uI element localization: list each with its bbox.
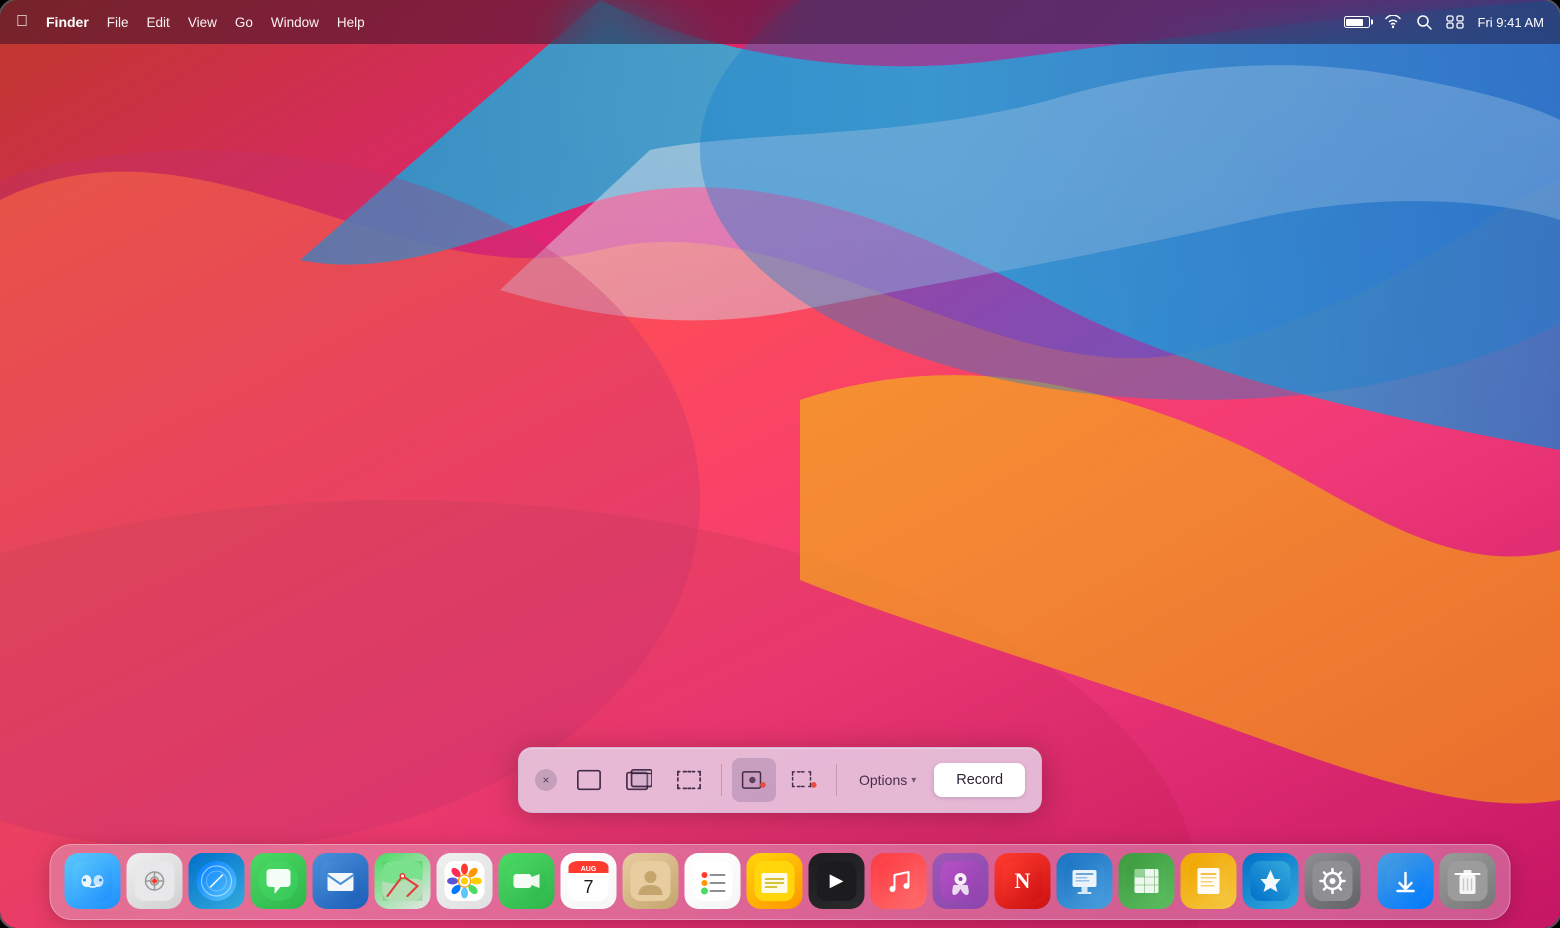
- dock-app-finder[interactable]: [65, 853, 121, 909]
- record-selection-button[interactable]: [782, 758, 826, 802]
- dock-app-photos[interactable]: [437, 853, 493, 909]
- screenshot-toolbar: ×: [518, 747, 1042, 813]
- menubar-left:  Finder File Edit View Go Window Help: [16, 13, 365, 31]
- menubar-right: Fri 9:41 AM: [1344, 14, 1544, 30]
- dock-app-trash[interactable]: [1440, 853, 1496, 909]
- record-fullscreen-button[interactable]: [732, 758, 776, 802]
- close-button[interactable]: ×: [535, 769, 557, 791]
- dock-app-contacts[interactable]: [623, 853, 679, 909]
- menubar-clock: Fri 9:41 AM: [1478, 15, 1544, 30]
- dock-app-archiver[interactable]: [1378, 853, 1434, 909]
- dock-app-facetime[interactable]: [499, 853, 555, 909]
- finder-icon: [73, 861, 113, 901]
- svg-text:7: 7: [583, 877, 593, 897]
- edit-menu[interactable]: Edit: [147, 15, 170, 30]
- dock-app-calendar[interactable]: AUG 7: [561, 853, 617, 909]
- dock-app-mail[interactable]: [313, 853, 369, 909]
- spotlight-button[interactable]: [1416, 14, 1432, 30]
- apple-menu[interactable]: : [16, 13, 28, 31]
- view-menu[interactable]: View: [188, 15, 217, 30]
- dock-app-keynote[interactable]: [1057, 853, 1113, 909]
- dock-app-music[interactable]: [871, 853, 927, 909]
- dock-separator: [1369, 857, 1370, 905]
- pages-icon: [1189, 861, 1229, 901]
- safari-icon: [197, 861, 237, 901]
- file-menu[interactable]: File: [107, 15, 129, 30]
- toolbar-separator-1: [721, 764, 722, 796]
- svg-text:▶: ▶: [830, 870, 844, 890]
- dock-app-systemprefs[interactable]: [1305, 853, 1361, 909]
- maps-icon: [383, 861, 423, 901]
- podcasts-icon: [941, 861, 981, 901]
- menubar:  Finder File Edit View Go Window Help: [0, 0, 1560, 44]
- systemprefs-icon: [1313, 861, 1353, 901]
- toolbar-separator-2: [836, 764, 837, 796]
- capture-selection-icon: [676, 767, 702, 793]
- facetime-icon: [507, 861, 547, 901]
- close-icon: ×: [542, 773, 549, 787]
- keynote-icon: [1065, 861, 1105, 901]
- go-menu[interactable]: Go: [235, 15, 253, 30]
- record-selection-icon: [791, 767, 817, 793]
- options-button[interactable]: Options ▾: [847, 764, 928, 796]
- capture-selection-button[interactable]: [667, 758, 711, 802]
- launchpad-icon: [135, 861, 175, 901]
- contacts-icon: [631, 861, 671, 901]
- appstore-icon: [1251, 861, 1291, 901]
- help-menu[interactable]: Help: [337, 15, 365, 30]
- dock-app-reminders[interactable]: [685, 853, 741, 909]
- record-label: Record: [956, 772, 1003, 788]
- dock: AUG 7: [50, 844, 1511, 920]
- mail-icon: [321, 861, 361, 901]
- music-icon: [879, 861, 919, 901]
- messages-icon: [259, 861, 299, 901]
- battery-fill: [1346, 19, 1363, 26]
- dock-app-pages[interactable]: [1181, 853, 1237, 909]
- dock-app-appstore[interactable]: [1243, 853, 1299, 909]
- record-fullscreen-icon: [741, 767, 767, 793]
- dock-app-launchpad[interactable]: [127, 853, 183, 909]
- calendar-icon: AUG 7: [569, 861, 609, 901]
- svg-text:AUG: AUG: [581, 866, 597, 873]
- wifi-icon: [1384, 15, 1402, 29]
- options-label: Options: [859, 772, 907, 788]
- battery-icon: [1344, 16, 1370, 28]
- numbers-icon: [1127, 861, 1167, 901]
- trash-icon: [1448, 861, 1488, 901]
- svg-text:N: N: [1015, 868, 1031, 893]
- dock-app-appletv[interactable]: ▶: [809, 853, 865, 909]
- finder-menu[interactable]: Finder: [46, 14, 89, 30]
- capture-fullscreen-button[interactable]: [567, 758, 611, 802]
- photos-icon: [445, 861, 485, 901]
- dock-app-podcasts[interactable]: [933, 853, 989, 909]
- chevron-down-icon: ▾: [911, 775, 916, 786]
- mac-frame:  Finder File Edit View Go Window Help: [0, 0, 1560, 928]
- control-center-button[interactable]: [1446, 15, 1464, 29]
- reminders-icon: [693, 861, 733, 901]
- window-menu[interactable]: Window: [271, 15, 319, 30]
- record-button[interactable]: Record: [934, 763, 1025, 797]
- control-center-icon: [1446, 15, 1464, 29]
- dock-app-notes[interactable]: [747, 853, 803, 909]
- search-icon: [1416, 14, 1432, 30]
- capture-window-button[interactable]: [617, 758, 661, 802]
- appletv-icon: ▶: [817, 861, 857, 901]
- news-icon: N: [1003, 861, 1043, 901]
- capture-window-icon: [626, 767, 652, 793]
- dock-app-messages[interactable]: [251, 853, 307, 909]
- battery-status[interactable]: [1344, 16, 1370, 28]
- notes-icon: [755, 861, 795, 901]
- archiver-icon: [1386, 861, 1426, 901]
- dock-app-safari[interactable]: [189, 853, 245, 909]
- dock-app-news[interactable]: N: [995, 853, 1051, 909]
- capture-fullscreen-icon: [576, 767, 602, 793]
- dock-app-numbers[interactable]: [1119, 853, 1175, 909]
- wifi-status[interactable]: [1384, 15, 1402, 29]
- dock-app-maps[interactable]: [375, 853, 431, 909]
